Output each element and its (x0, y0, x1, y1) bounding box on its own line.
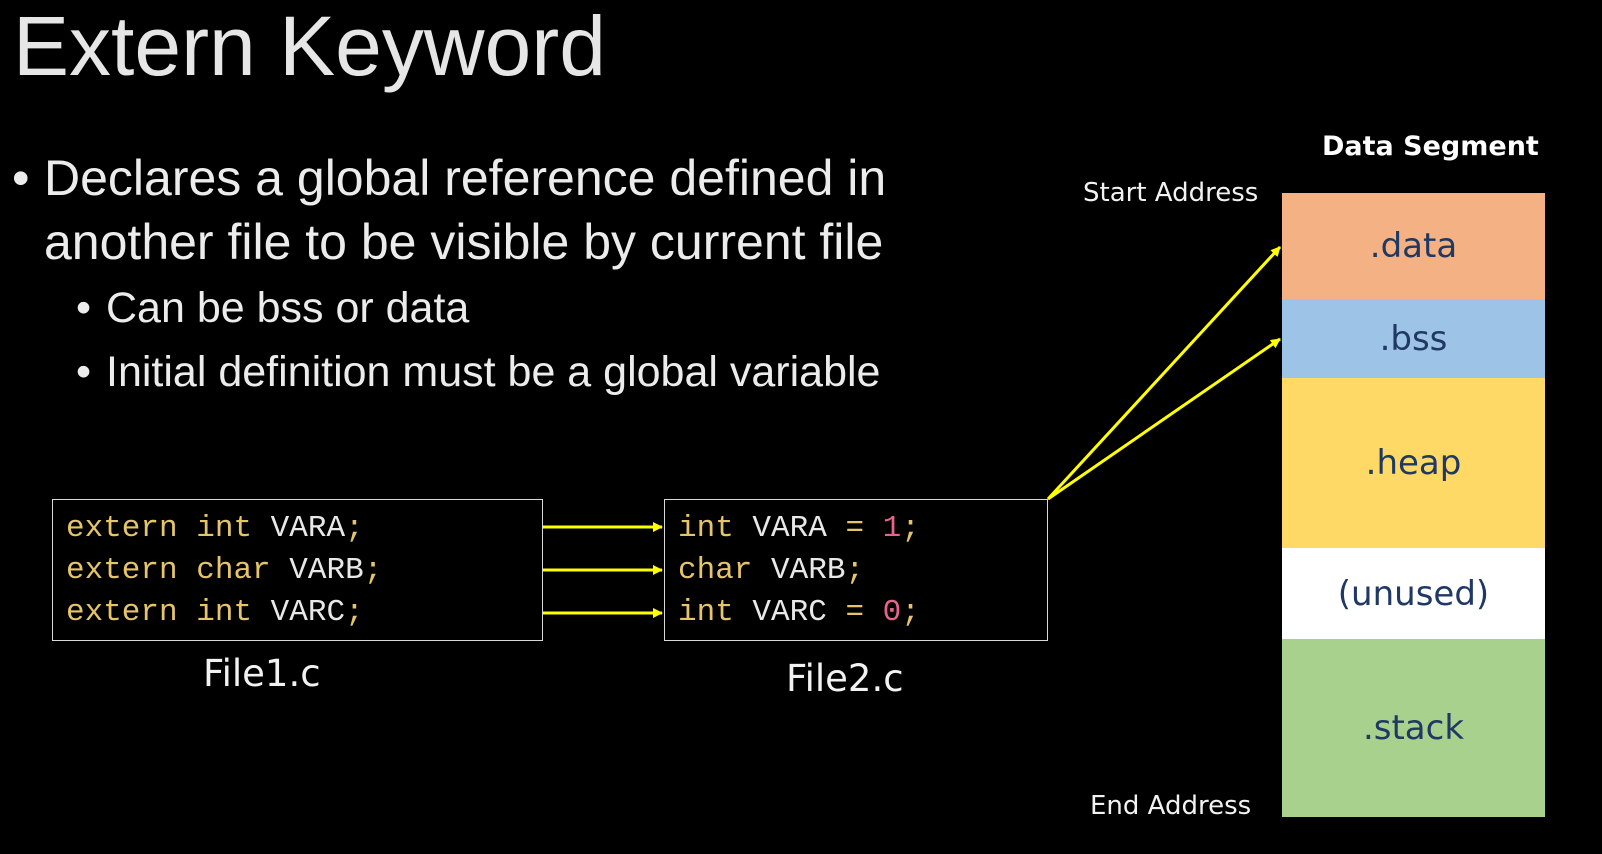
arrows-layer (543, 245, 1282, 618)
arrow-to-bss (1047, 337, 1281, 501)
arrow-to-data (1046, 245, 1282, 501)
